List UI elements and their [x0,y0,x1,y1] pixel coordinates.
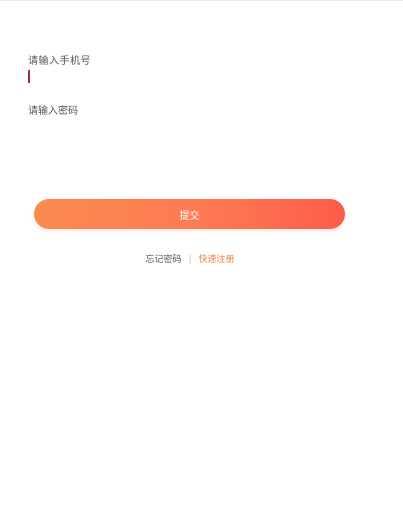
login-page: 请输入手机号 请输入密码 提交 忘记密码 | 快速注册 [0,0,403,528]
auth-links: 忘记密码 | 快速注册 [0,252,380,265]
top-divider [0,0,403,1]
password-field[interactable]: 请输入密码 [28,96,373,136]
phone-input[interactable] [28,46,373,88]
phone-field[interactable]: 请输入手机号 [28,46,373,88]
text-caret [28,70,30,83]
link-divider: | [188,255,192,265]
submit-button[interactable]: 提交 [34,199,345,229]
password-input[interactable] [28,96,373,136]
quick-register-link[interactable]: 快速注册 [199,255,235,265]
forgot-password-link[interactable]: 忘记密码 [145,255,181,265]
